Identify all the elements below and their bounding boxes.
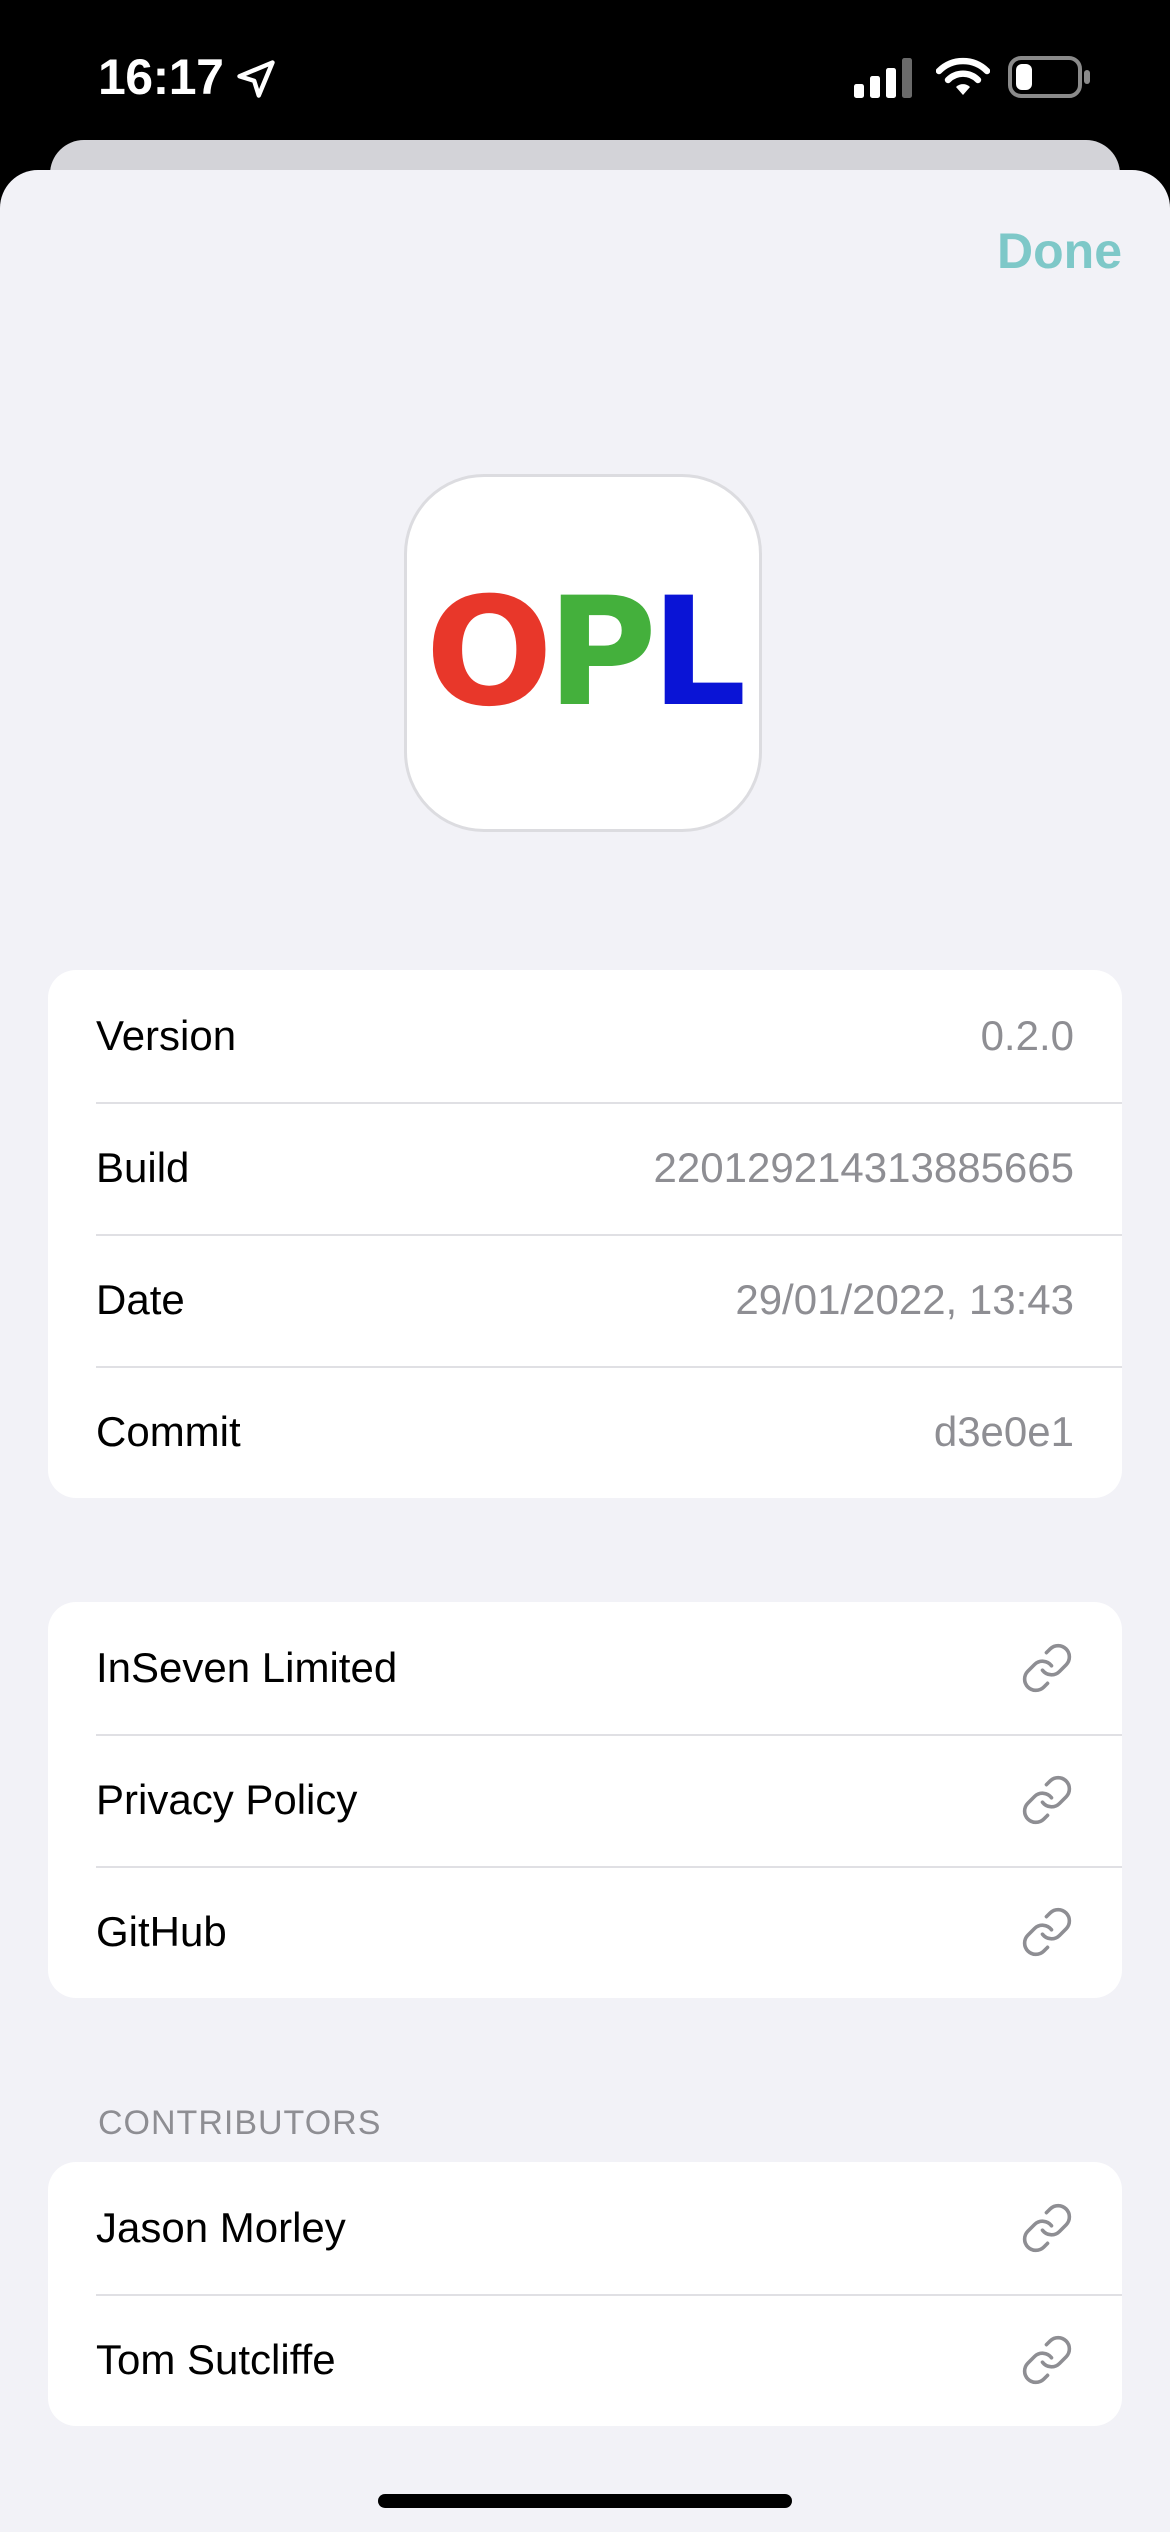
row-label: Tom Sutcliffe (96, 2336, 336, 2383)
info-row-date: Date 29/01/2022, 13:43 (48, 1234, 1122, 1366)
link-row-inseven[interactable]: InSeven Limited (48, 1602, 1122, 1734)
row-label: Jason Morley (96, 2204, 346, 2251)
row-label: Build (96, 1144, 190, 1191)
row-value: 220129214313885665 (653, 1144, 1074, 1191)
wifi-icon (936, 57, 990, 95)
info-row-commit: Commit d3e0e1 (48, 1366, 1122, 1498)
row-label: Date (96, 1276, 185, 1323)
contributors-header: CONTRIBUTORS (98, 2104, 382, 2142)
logo-letter-p: P (546, 566, 657, 740)
info-row-version: Version 0.2.0 (48, 970, 1122, 1102)
link-icon (1022, 1907, 1072, 1957)
contributor-row-jason-morley[interactable]: Jason Morley (48, 2162, 1122, 2294)
battery-icon (1008, 56, 1090, 98)
info-group: Version 0.2.0 Build 220129214313885665 D… (48, 970, 1122, 1498)
row-label: Commit (96, 1408, 241, 1455)
app-logo: OPL (425, 566, 747, 740)
logo-letter-o: O (425, 566, 552, 740)
contributor-row-tom-sutcliffe[interactable]: Tom Sutcliffe (48, 2294, 1122, 2426)
row-label: Version (96, 1012, 237, 1059)
row-label: GitHub (96, 1908, 227, 1955)
logo-letter-l: L (650, 566, 747, 740)
about-sheet: Done OPL Version 0.2.0 Build 22012921431… (0, 170, 1170, 2532)
row-label: InSeven Limited (96, 1644, 398, 1691)
app-icon: OPL (404, 474, 762, 832)
row-value: 29/01/2022, 13:43 (735, 1276, 1074, 1323)
link-icon (1022, 1775, 1072, 1825)
home-indicator[interactable] (378, 2494, 792, 2508)
link-row-privacy-policy[interactable]: Privacy Policy (48, 1734, 1122, 1866)
cellular-signal-icon (854, 58, 912, 98)
contributors-group: Jason Morley Tom Sutcliffe (48, 2162, 1122, 2426)
status-time: 16:17 (98, 49, 224, 105)
link-icon (1022, 2203, 1072, 2253)
info-row-build: Build 220129214313885665 (48, 1102, 1122, 1234)
done-button[interactable]: Done (997, 222, 1122, 280)
row-value: 0.2.0 (980, 1012, 1074, 1059)
link-icon (1022, 1643, 1072, 1693)
row-value: d3e0e1 (933, 1408, 1074, 1455)
status-bar: 16:17 (0, 0, 1170, 150)
link-icon (1022, 2335, 1072, 2385)
links-group: InSeven Limited Privacy Policy GitHub (48, 1602, 1122, 1998)
link-row-github[interactable]: GitHub (48, 1866, 1122, 1998)
location-arrow-icon (237, 60, 275, 98)
row-label: Privacy Policy (96, 1776, 358, 1823)
